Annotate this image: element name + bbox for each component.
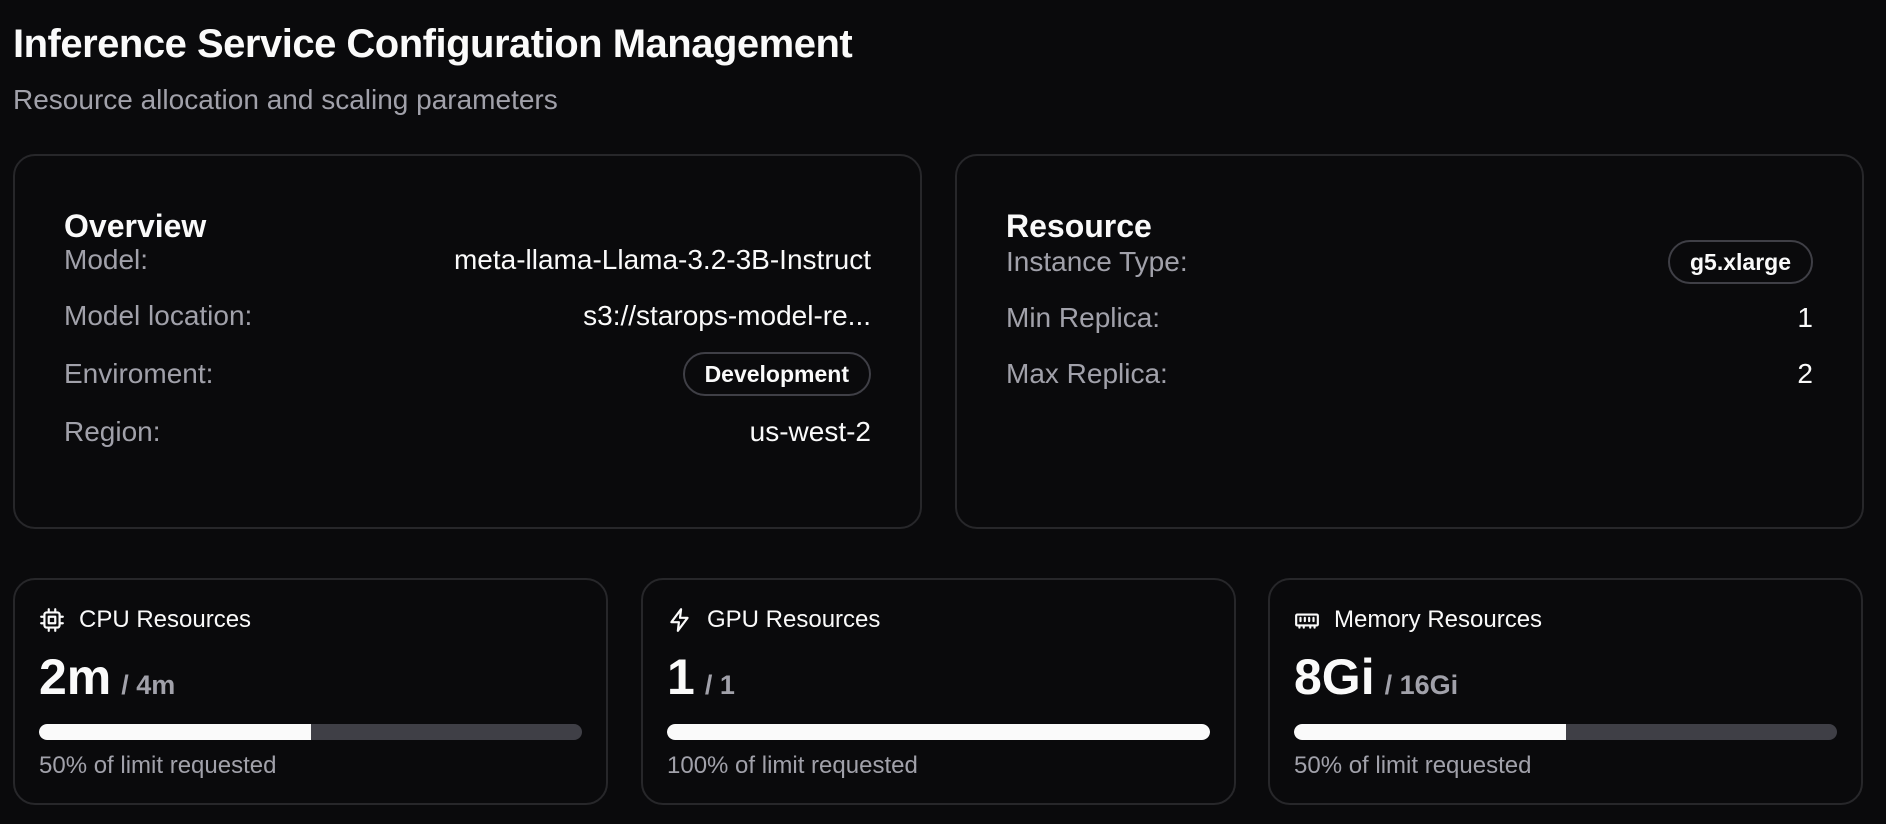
memory-icon	[1294, 607, 1320, 633]
max-replica-value: 2	[1797, 358, 1813, 389]
gpu-usage-note: 100% of limit requested	[667, 752, 918, 779]
gpu-value-row: 1 / 1	[667, 648, 735, 706]
cpu-icon	[39, 607, 65, 633]
memory-resources-card: Memory Resources 8Gi / 16Gi 50% of limit…	[1268, 578, 1863, 805]
gpu-resources-header: GPU Resources	[667, 606, 880, 634]
gpu-resources-label: GPU Resources	[707, 606, 881, 633]
page-title: Inference Service Configuration Manageme…	[13, 22, 853, 66]
region-label: Region:	[64, 416, 161, 447]
instance-type-row: Instance Type: g5.xlarge	[1006, 240, 1813, 284]
memory-limit-value: / 16Gi	[1384, 670, 1459, 700]
memory-resources-header: Memory Resources	[1294, 606, 1542, 634]
gpu-progress-fill	[667, 724, 1210, 740]
gpu-resources-card: GPU Resources 1 / 1 100% of limit reques…	[641, 578, 1236, 805]
memory-usage-note: 50% of limit requested	[1294, 752, 1532, 779]
max-replica-row: Max Replica: 2	[1006, 352, 1813, 396]
cpu-value-row: 2m / 4m	[39, 648, 175, 706]
page-subtitle: Resource allocation and scaling paramete…	[13, 84, 558, 115]
lightning-icon	[667, 607, 693, 633]
min-replica-value: 1	[1797, 302, 1813, 333]
cpu-usage-note: 50% of limit requested	[39, 752, 277, 779]
environment-row: Enviroment: Development	[64, 352, 871, 396]
model-location-value[interactable]: s3://starops-model-re...	[583, 300, 871, 332]
resource-card: Resource Instance Type: g5.xlarge Min Re…	[955, 154, 1864, 529]
gpu-requested-value: 1	[667, 649, 695, 705]
memory-progress-fill	[1294, 724, 1566, 740]
cpu-requested-value: 2m	[39, 649, 112, 705]
instance-type-label: Instance Type:	[1006, 246, 1188, 277]
cpu-resources-card: CPU Resources 2m / 4m 50% of limit reque…	[13, 578, 608, 805]
region-value: us-west-2	[749, 416, 871, 447]
min-replica-label: Min Replica:	[1006, 302, 1161, 333]
gpu-limit-value: / 1	[704, 670, 735, 700]
overview-card: Overview Model: meta-llama-Llama-3.2-3B-…	[13, 154, 922, 529]
instance-type-badge: g5.xlarge	[1668, 240, 1813, 284]
model-label: Model:	[64, 244, 149, 275]
memory-requested-value: 8Gi	[1294, 649, 1375, 705]
model-location-label: Model location:	[64, 300, 253, 331]
environment-label: Enviroment:	[64, 358, 214, 389]
model-row: Model: meta-llama-Llama-3.2-3B-Instruct	[64, 238, 871, 282]
cpu-resources-header: CPU Resources	[39, 606, 251, 634]
cpu-limit-value: / 4m	[121, 670, 176, 700]
memory-progress-bar	[1294, 724, 1837, 740]
cpu-progress-bar	[39, 724, 582, 740]
region-row: Region: us-west-2	[64, 410, 871, 454]
page: Inference Service Configuration Manageme…	[0, 0, 1886, 824]
cpu-progress-fill	[39, 724, 311, 740]
min-replica-row: Min Replica: 1	[1006, 296, 1813, 340]
cpu-resources-label: CPU Resources	[79, 606, 252, 633]
gpu-progress-bar	[667, 724, 1210, 740]
model-location-row: Model location: s3://starops-model-re...	[64, 294, 871, 338]
max-replica-label: Max Replica:	[1006, 358, 1168, 389]
model-value: meta-llama-Llama-3.2-3B-Instruct	[453, 244, 871, 275]
memory-resources-label: Memory Resources	[1334, 606, 1543, 633]
environment-badge: Development	[682, 352, 871, 396]
memory-value-row: 8Gi / 16Gi	[1294, 648, 1458, 706]
